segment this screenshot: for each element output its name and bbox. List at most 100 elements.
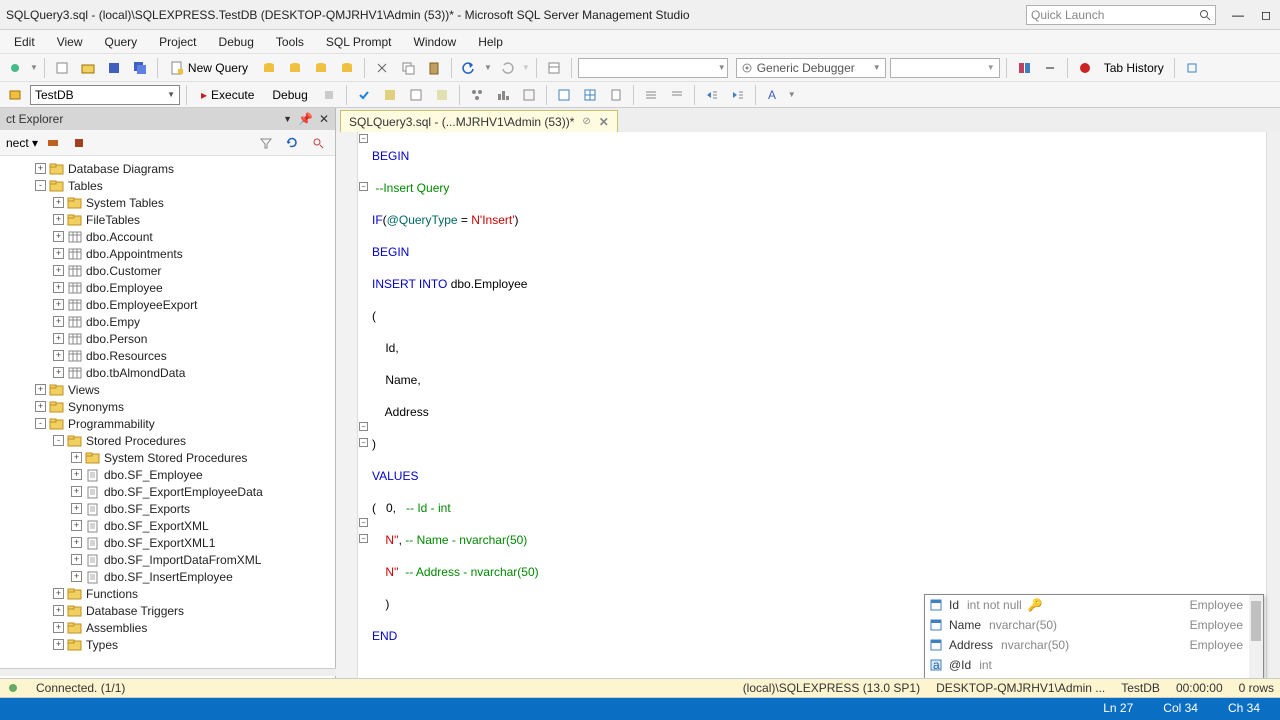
intellisense-button[interactable] bbox=[431, 84, 453, 106]
fold-marker[interactable]: − bbox=[359, 422, 368, 431]
expand-icon[interactable]: + bbox=[53, 350, 64, 361]
minimize-button[interactable]: — bbox=[1230, 8, 1246, 22]
redo-button[interactable] bbox=[496, 57, 518, 79]
tree-node[interactable]: +dbo.Employee bbox=[0, 279, 335, 296]
quick-launch-input[interactable]: Quick Launch bbox=[1026, 5, 1216, 25]
editor-tab[interactable]: SQLQuery3.sql - (...MJRHV1\Admin (53))* … bbox=[340, 110, 618, 132]
expand-icon[interactable]: + bbox=[53, 588, 64, 599]
expand-icon[interactable]: + bbox=[71, 503, 82, 514]
expand-icon[interactable]: + bbox=[53, 282, 64, 293]
tree-node[interactable]: -Programmability bbox=[0, 415, 335, 432]
expand-icon[interactable]: + bbox=[71, 486, 82, 497]
expand-icon[interactable]: + bbox=[53, 197, 64, 208]
uncomment-button[interactable] bbox=[666, 84, 688, 106]
tab-history-icon[interactable] bbox=[1074, 57, 1096, 79]
save-button[interactable] bbox=[103, 57, 125, 79]
nav-back-button[interactable] bbox=[4, 57, 26, 79]
stop-button[interactable] bbox=[68, 132, 90, 154]
expand-icon[interactable]: + bbox=[71, 452, 82, 463]
results-grid-button[interactable] bbox=[579, 84, 601, 106]
tree-node[interactable]: -Tables bbox=[0, 177, 335, 194]
paste-button[interactable] bbox=[423, 57, 445, 79]
panel-splitter[interactable] bbox=[0, 668, 336, 676]
editor-scrollbar[interactable] bbox=[1266, 132, 1280, 700]
new-project-button[interactable] bbox=[51, 57, 73, 79]
maximize-button[interactable]: ◻ bbox=[1258, 8, 1274, 22]
copy-button[interactable] bbox=[397, 57, 419, 79]
open-button[interactable] bbox=[77, 57, 99, 79]
tab-history-label[interactable]: Tab History bbox=[1100, 61, 1168, 75]
expand-icon[interactable]: + bbox=[71, 571, 82, 582]
tree-node[interactable]: +dbo.SF_Employee bbox=[0, 466, 335, 483]
database-combo[interactable]: TestDB ▼ bbox=[30, 85, 180, 105]
close-tab-icon[interactable]: ✕ bbox=[599, 115, 609, 129]
tree-node[interactable]: +dbo.SF_Exports bbox=[0, 500, 335, 517]
debug-button[interactable]: Debug bbox=[266, 88, 313, 102]
tree-node[interactable]: +dbo.SF_ExportXML bbox=[0, 517, 335, 534]
expand-icon[interactable]: + bbox=[71, 520, 82, 531]
client-stats-button[interactable] bbox=[518, 84, 540, 106]
dropdown-arrow-icon[interactable]: ▼ bbox=[788, 90, 796, 99]
expand-icon[interactable]: + bbox=[35, 401, 46, 412]
target-combo[interactable]: ▼ bbox=[890, 58, 1000, 78]
solution-config-combo[interactable] bbox=[578, 58, 728, 78]
tree-node[interactable]: +FileTables bbox=[0, 211, 335, 228]
fold-marker[interactable]: − bbox=[359, 534, 368, 543]
db-query-button-1[interactable] bbox=[258, 57, 280, 79]
menu-view[interactable]: View bbox=[47, 32, 93, 52]
expand-icon[interactable]: + bbox=[71, 537, 82, 548]
menu-edit[interactable]: Edit bbox=[4, 32, 45, 52]
expand-icon[interactable]: + bbox=[53, 231, 64, 242]
disconnect-button[interactable] bbox=[42, 132, 64, 154]
intellisense-item[interactable]: a@Idint bbox=[925, 655, 1263, 675]
menu-project[interactable]: Project bbox=[149, 32, 206, 52]
intellisense-item[interactable]: Namenvarchar(50)Employee bbox=[925, 615, 1263, 635]
db-query-button-2[interactable] bbox=[284, 57, 306, 79]
tree-node[interactable]: +Database Diagrams bbox=[0, 160, 335, 177]
expand-icon[interactable]: + bbox=[53, 622, 64, 633]
specify-values-button[interactable]: A bbox=[762, 84, 784, 106]
menu-window[interactable]: Window bbox=[404, 32, 467, 52]
fold-marker[interactable]: − bbox=[359, 518, 368, 527]
expand-icon[interactable]: + bbox=[53, 265, 64, 276]
tree-node[interactable]: +Assemblies bbox=[0, 619, 335, 636]
tree-node[interactable]: +dbo.Empy bbox=[0, 313, 335, 330]
tree-node[interactable]: +dbo.EmployeeExport bbox=[0, 296, 335, 313]
db-query-button-4[interactable] bbox=[336, 57, 358, 79]
tree-node[interactable]: +dbo.SF_ImportDataFromXML bbox=[0, 551, 335, 568]
stop-button[interactable] bbox=[318, 84, 340, 106]
help-button[interactable] bbox=[1181, 57, 1203, 79]
menu-help[interactable]: Help bbox=[468, 32, 513, 52]
decrease-indent-button[interactable] bbox=[701, 84, 723, 106]
debugger-combo[interactable]: Generic Debugger ▼ bbox=[736, 58, 886, 78]
tree-node[interactable]: +Database Triggers bbox=[0, 602, 335, 619]
new-query-button[interactable]: New Query bbox=[164, 57, 254, 79]
expand-icon[interactable]: + bbox=[53, 299, 64, 310]
tree-node[interactable]: +dbo.Customer bbox=[0, 262, 335, 279]
cut-button[interactable] bbox=[371, 57, 393, 79]
expand-icon[interactable]: + bbox=[35, 384, 46, 395]
tree-node[interactable]: -Stored Procedures bbox=[0, 432, 335, 449]
find-button[interactable] bbox=[1013, 57, 1035, 79]
dropdown-arrow-icon[interactable]: ▼ bbox=[484, 63, 492, 72]
expand-icon[interactable]: + bbox=[71, 554, 82, 565]
close-icon[interactable]: ✕ bbox=[319, 112, 329, 126]
actual-plan-button[interactable] bbox=[466, 84, 488, 106]
tree-node[interactable]: +dbo.Resources bbox=[0, 347, 335, 364]
connect-button[interactable]: nect ▾ bbox=[6, 136, 38, 150]
code-editor[interactable]: − − − − − − BEGIN --Insert Query IF(@Que… bbox=[336, 132, 1280, 700]
refresh-button[interactable] bbox=[281, 132, 303, 154]
change-connection-button[interactable] bbox=[4, 84, 26, 106]
expand-icon[interactable]: + bbox=[53, 605, 64, 616]
fold-marker[interactable]: − bbox=[359, 182, 368, 191]
object-explorer-tree[interactable]: +Database Diagrams-Tables+System Tables+… bbox=[0, 156, 335, 700]
pin-icon[interactable]: 📌 bbox=[298, 112, 313, 126]
expand-icon[interactable]: - bbox=[35, 180, 46, 191]
tree-node[interactable]: +dbo.SF_ExportXML1 bbox=[0, 534, 335, 551]
fold-marker[interactable]: − bbox=[359, 438, 368, 447]
tree-node[interactable]: +Types bbox=[0, 636, 335, 653]
tree-node[interactable]: +Synonyms bbox=[0, 398, 335, 415]
tree-node[interactable]: +dbo.SF_InsertEmployee bbox=[0, 568, 335, 585]
tree-node[interactable]: +System Stored Procedures bbox=[0, 449, 335, 466]
expand-icon[interactable]: + bbox=[35, 163, 46, 174]
